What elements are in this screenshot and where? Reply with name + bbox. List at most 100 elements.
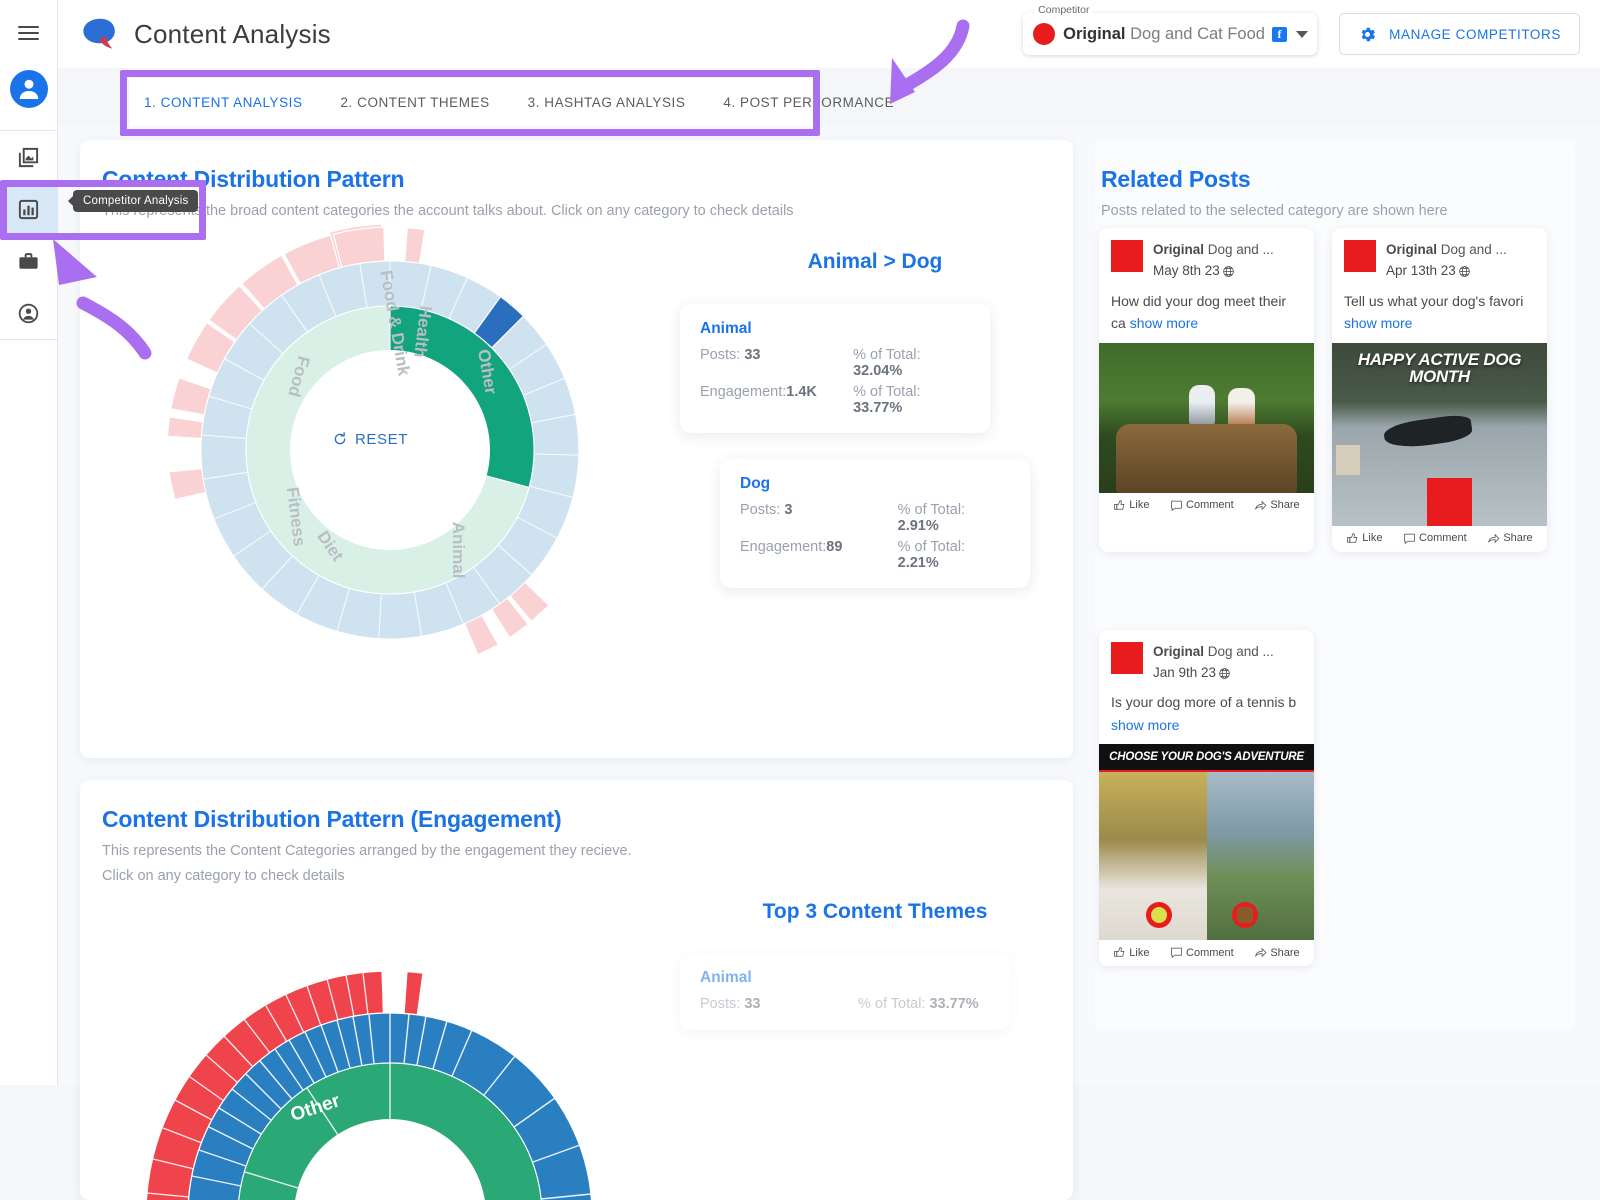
show-more-link[interactable]: show more (1344, 315, 1412, 331)
comment-action[interactable]: Comment (1170, 946, 1234, 959)
share-action[interactable]: Share (1487, 532, 1532, 545)
post-author-meta: Original Dog and ... Apr 13th 23 (1386, 240, 1507, 282)
posts-label: Posts: (700, 347, 740, 363)
related-posts-grid: Original Dog and ... May 8th 23 How did … (1095, 228, 1575, 966)
engagement-label: Engagement: (700, 384, 786, 400)
detail-card-name: Dog (740, 475, 1010, 493)
competitor-name-bold: Original (1063, 25, 1125, 43)
rail-divider-bottom (0, 339, 57, 340)
tennis-ball (1151, 907, 1167, 923)
related-posts-subtitle: Posts related to the selected category a… (1101, 201, 1575, 223)
comment-label: Comment (1186, 947, 1234, 959)
like-action[interactable]: Like (1113, 499, 1149, 512)
thumbs-up-icon (1113, 946, 1126, 959)
posts-pct-label: % of Total: (853, 347, 920, 363)
post-image-art: HAPPY ACTIVE DOG MONTH (1332, 343, 1547, 526)
dog-figure (1228, 388, 1255, 428)
post-actions: Like Comment Share (1332, 526, 1547, 552)
speech-bubble-logo (80, 16, 120, 52)
posts-pct-value: 2.91% (898, 518, 939, 534)
comment-label: Comment (1419, 532, 1467, 544)
content-distribution-card: Content Distribution Pattern This repres… (80, 140, 1073, 758)
sidebar-item-media-library[interactable] (0, 131, 58, 183)
engagement-distribution-card: Content Distribution Pattern (Engagement… (80, 780, 1073, 1200)
tab-content-analysis[interactable]: 1. CONTENT ANALYSIS (144, 95, 303, 110)
engagement-subtitle-1: This represents the Content Categories a… (102, 841, 1073, 863)
engagement-sunburst[interactable]: Other (110, 885, 670, 1200)
post-date: May 8th 23 (1153, 261, 1220, 282)
sidebar-item-workspace[interactable] (0, 235, 58, 287)
engagement-stat: Engagement:89 (740, 539, 898, 571)
tab-post-performance[interactable]: 4. POST PERFORMANCE (723, 95, 894, 110)
right-scene (1207, 772, 1315, 940)
post-card[interactable]: Original Dog and ... May 8th 23 How did … (1099, 228, 1314, 552)
tab-hashtag-analysis[interactable]: 3. HASHTAG ANALYSIS (528, 95, 686, 110)
hamburger-menu-icon[interactable] (14, 18, 44, 48)
image-gallery-icon (17, 146, 40, 169)
top-themes-panel: Top 3 Content Themes Animal Posts: 33 % … (690, 900, 1060, 1030)
post-image (1099, 343, 1314, 493)
category-breadcrumb: Animal > Dog (690, 250, 1060, 274)
sunburst-reset-label: RESET (355, 431, 408, 448)
detail-card-name: Animal (700, 320, 970, 338)
post-image-art: CHOOSE YOUR DOG'S ADVENTURE (1099, 744, 1314, 940)
like-label: Like (1129, 499, 1149, 511)
like-action[interactable]: Like (1113, 946, 1149, 959)
comment-bubble-icon (1170, 499, 1183, 512)
post-actions: Like Comment Share (1099, 940, 1314, 966)
show-more-link[interactable]: show more (1111, 717, 1179, 733)
briefcase-icon (17, 250, 40, 273)
post-card[interactable]: Original Dog and ... Jan 9th 23 Is your … (1099, 630, 1314, 967)
redaction-block (1427, 478, 1472, 526)
post-author-bold: Original (1386, 242, 1437, 257)
share-arrow-icon (1254, 946, 1267, 959)
manage-competitors-label: MANAGE COMPETITORS (1389, 27, 1561, 42)
like-action[interactable]: Like (1346, 532, 1382, 545)
post-date: Jan 9th 23 (1153, 663, 1216, 684)
like-label: Like (1362, 532, 1382, 544)
tab-content-themes[interactable]: 2. CONTENT THEMES (341, 95, 490, 110)
user-avatar-icon[interactable] (10, 70, 48, 108)
detail-card-animal[interactable]: Animal Posts: 33 % of Total: 32.04% Enga… (680, 304, 990, 433)
rail-items (0, 131, 57, 340)
theme-posts-value: 33 (744, 996, 760, 1012)
posts-pct-stat: % of Total: 2.91% (898, 502, 1010, 534)
top-bar-right: Competitor Original Dog and Cat Food f M… (1023, 13, 1580, 55)
sunburst-reset-button[interactable]: RESET (310, 426, 430, 452)
share-action[interactable]: Share (1254, 499, 1299, 512)
thumbs-up-icon (1113, 499, 1126, 512)
show-more-link[interactable]: show more (1130, 315, 1198, 331)
dog-figure (1189, 385, 1215, 427)
competitor-select[interactable]: Competitor Original Dog and Cat Food f (1023, 13, 1317, 55)
posts-stat: Posts: 33 (700, 347, 853, 379)
theme-posts-pct-stat: % of Total: 33.77% (858, 996, 979, 1012)
tree-stump (1116, 424, 1297, 493)
manage-competitors-button[interactable]: MANAGE COMPETITORS (1339, 13, 1580, 55)
post-author-rest: Dog and ... (1437, 242, 1507, 257)
share-action[interactable]: Share (1254, 946, 1299, 959)
top-themes-title: Top 3 Content Themes (690, 900, 1060, 924)
post-text: Is your dog more of a tennis b show more (1099, 687, 1314, 744)
post-author-avatar (1111, 240, 1143, 272)
post-author-avatar (1344, 240, 1376, 272)
post-image: CHOOSE YOUR DOG'S ADVENTURE (1099, 744, 1314, 940)
app-root: Competitor Analysis Content Analysis Com… (0, 0, 1600, 1085)
detail-card-dog[interactable]: Dog Posts: 3 % of Total: 2.91% Engagemen… (720, 459, 1030, 588)
post-author-bold: Original (1153, 242, 1204, 257)
theme-card-animal[interactable]: Animal Posts: 33 % of Total: 33.77% (680, 954, 1010, 1030)
thumbs-up-icon (1346, 532, 1359, 545)
post-image-art (1099, 343, 1314, 493)
sidebar-item-account[interactable] (0, 287, 58, 339)
detail-row-engagement: Engagement:1.4K % of Total: 33.77% (700, 384, 970, 416)
sidebar-item-competitor-analysis[interactable] (0, 183, 58, 235)
post-text: Tell us what your dog's favori show more (1332, 286, 1547, 343)
chevron-down-icon[interactable] (1296, 31, 1308, 38)
posts-stat: Posts: 3 (740, 502, 898, 534)
comment-bubble-icon (1403, 532, 1416, 545)
posts-pct-label: % of Total: (898, 502, 965, 518)
post-card[interactable]: Original Dog and ... Apr 13th 23 Tell us… (1332, 228, 1547, 552)
comment-action[interactable]: Comment (1403, 532, 1467, 545)
comment-action[interactable]: Comment (1170, 499, 1234, 512)
share-arrow-icon (1254, 499, 1267, 512)
posts-value: 3 (784, 502, 792, 518)
